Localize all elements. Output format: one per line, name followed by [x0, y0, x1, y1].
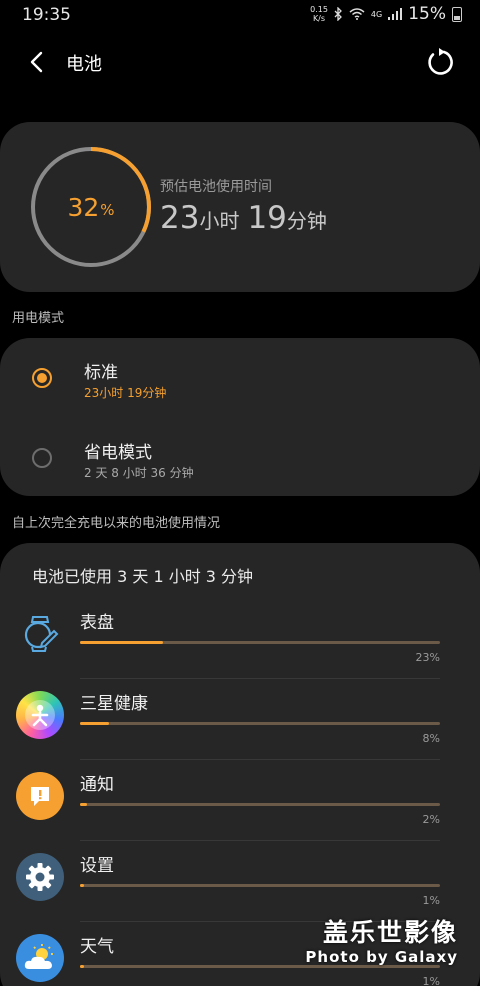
- network-type: 4G: [370, 9, 383, 19]
- wifi-icon: [349, 8, 365, 20]
- usage-row-samsung-health[interactable]: 三星健康 8%: [0, 679, 480, 760]
- watermark: 盖乐世影像 Photo by Galaxy: [305, 918, 458, 966]
- weather-icon: [16, 934, 64, 982]
- estimate-value: 23 小时 19 分钟: [160, 200, 327, 236]
- usage-bar: [80, 722, 440, 725]
- power-mode-standard[interactable]: 标准 23小时 19分钟: [0, 338, 480, 416]
- usage-bar-fill: [80, 803, 88, 806]
- usage-row-notifications[interactable]: 通知 2%: [0, 760, 480, 841]
- usage-bar-fill: [80, 641, 163, 644]
- status-bar: 19:35 0.15 K/s 4G 15%: [0, 0, 480, 30]
- status-battery-percent: 15%: [408, 4, 446, 24]
- usage-title: 电池已使用 3 天 1 小时 3 分钟: [32, 567, 254, 586]
- usage-bar-fill: [80, 722, 109, 725]
- usage-row-watch-face[interactable]: 表盘 23%: [0, 598, 480, 679]
- power-mode-card: 标准 23小时 19分钟 省电模式 2 天 8 小时 36 分钟: [0, 338, 480, 496]
- usage-row-settings[interactable]: 设置 1%: [0, 841, 480, 922]
- battery-summary-card: 32% 预估电池使用时间 23 小时 19 分钟: [0, 122, 480, 292]
- bluetooth-icon: [334, 7, 342, 21]
- app-header: 电池: [0, 40, 480, 84]
- settings-gear-icon: [16, 853, 64, 901]
- radio-selected[interactable]: [32, 368, 52, 388]
- network-speed: 0.15 K/s: [310, 5, 328, 23]
- battery-icon: [452, 6, 462, 22]
- status-time: 19:35: [22, 5, 71, 25]
- notification-icon: [16, 772, 64, 820]
- signal-icon: [388, 8, 403, 20]
- usage-bar-fill: [80, 884, 84, 887]
- refresh-icon[interactable]: [424, 46, 456, 78]
- back-arrow-icon[interactable]: [26, 49, 48, 75]
- samsung-health-icon: [16, 691, 64, 739]
- estimate-label: 预估电池使用时间: [160, 179, 272, 195]
- usage-section-label: 自上次完全充电以来的电池使用情况: [12, 516, 221, 531]
- usage-bar-fill: [80, 965, 84, 968]
- page-title: 电池: [66, 54, 102, 75]
- power-mode-section-label: 用电模式: [12, 311, 65, 326]
- radio-unselected[interactable]: [32, 448, 52, 468]
- status-icons: 0.15 K/s 4G 15%: [310, 4, 462, 24]
- usage-bar: [80, 884, 440, 887]
- watch-face-icon: [16, 610, 64, 658]
- usage-bar: [80, 641, 440, 644]
- power-mode-saver[interactable]: 省电模式 2 天 8 小时 36 分钟: [0, 418, 480, 496]
- battery-percent: 32%: [67, 192, 115, 222]
- usage-bar: [80, 803, 440, 806]
